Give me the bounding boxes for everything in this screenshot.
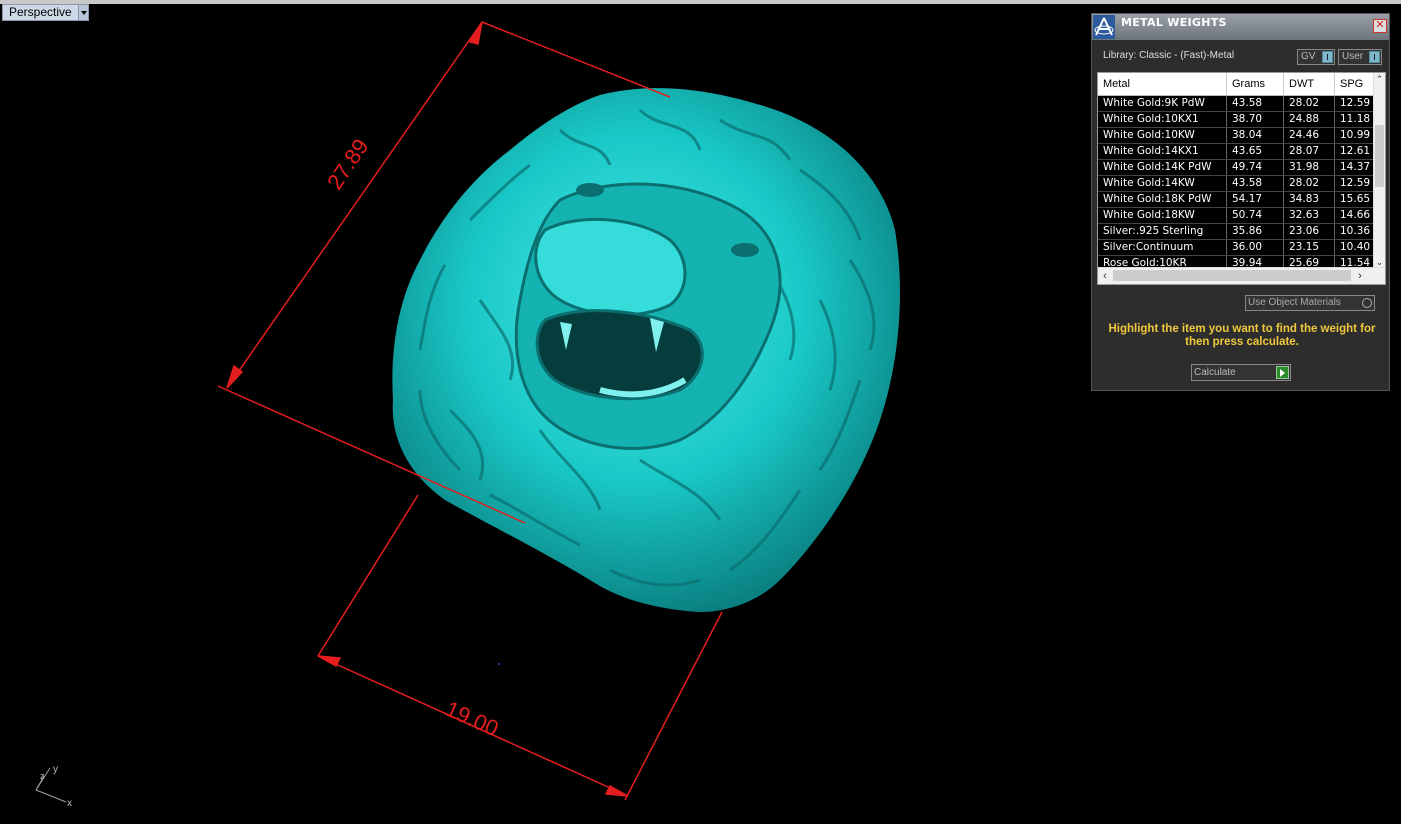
play-arrow-icon[interactable]	[1276, 366, 1289, 379]
instruction-text: Highlight the item you want to find the …	[1108, 323, 1376, 348]
radio-icon[interactable]	[1362, 298, 1372, 308]
lion-eye-left	[576, 183, 604, 197]
vertical-scrollbar[interactable]: ⌃ ⌄	[1373, 73, 1385, 268]
origin-dot	[498, 663, 500, 665]
column-header-grams[interactable]: Grams	[1227, 73, 1284, 95]
table-cell: 43.65	[1227, 144, 1284, 159]
toggle-knob-icon	[1322, 51, 1333, 63]
table-row[interactable]: Silver:.925 Sterling 35.86 23.06 10.36	[1098, 224, 1375, 240]
table-row[interactable]: White Gold:9K PdW 43.58 28.02 12.59	[1098, 96, 1375, 112]
table-cell: 38.70	[1227, 112, 1284, 127]
table-cell: 15.65	[1335, 192, 1375, 207]
table-cell: 38.04	[1227, 128, 1284, 143]
scroll-right-icon[interactable]: ›	[1353, 268, 1367, 284]
table-cell: 14.37	[1335, 160, 1375, 175]
table-cell: 50.74	[1227, 208, 1284, 223]
table-cell: 36.00	[1227, 240, 1284, 255]
viewport-title-label[interactable]: Perspective	[3, 5, 78, 20]
table-cell: 43.58	[1227, 96, 1284, 111]
lion-head-model[interactable]	[392, 88, 900, 613]
table-cell: 12.59	[1335, 96, 1375, 111]
table-row[interactable]: White Gold:18K PdW 54.17 34.83 15.65	[1098, 192, 1375, 208]
table-cell: White Gold:10KX1	[1098, 112, 1227, 127]
use-object-materials-option[interactable]: Use Object Materials	[1245, 295, 1375, 311]
extension-line-left	[317, 494, 419, 657]
table-cell: Silver:.925 Sterling	[1098, 224, 1227, 239]
table-cell: 10.40	[1335, 240, 1375, 255]
table-body: White Gold:9K PdW 43.58 28.02 12.59 White Go…	[1098, 96, 1375, 272]
gv-toggle-label: GV	[1301, 51, 1316, 62]
table-row[interactable]: Silver:Continuum 36.00 23.15 10.40	[1098, 240, 1375, 256]
table-cell: 34.83	[1284, 192, 1335, 207]
column-header-metal[interactable]: Metal	[1098, 73, 1227, 95]
arrow-left	[317, 655, 342, 668]
viewport-title-tab[interactable]: Perspective	[2, 4, 89, 21]
scroll-up-icon[interactable]: ⌃	[1374, 73, 1385, 85]
panel-titlebar[interactable]: METAL WEIGHTS ✕	[1092, 14, 1389, 40]
table-cell: 10.36	[1335, 224, 1375, 239]
axis-y-label: y	[53, 764, 58, 775]
table-cell: White Gold:18KW	[1098, 208, 1227, 223]
table-cell: 11.18	[1335, 112, 1375, 127]
table-cell: 43.58	[1227, 176, 1284, 191]
user-toggle[interactable]: User	[1338, 49, 1382, 65]
viewport-menu-dropdown-icon[interactable]	[77, 5, 88, 20]
gv-toggle[interactable]: GV	[1297, 49, 1335, 65]
table-cell: 10.99	[1335, 128, 1375, 143]
calculate-label: Calculate	[1194, 367, 1236, 378]
table-cell: 23.15	[1284, 240, 1335, 255]
table-row[interactable]: White Gold:14KW 43.58 28.02 12.59	[1098, 176, 1375, 192]
table-cell: 23.06	[1284, 224, 1335, 239]
table-cell: White Gold:14KX1	[1098, 144, 1227, 159]
arrow-top	[468, 21, 483, 45]
table-cell: White Gold:14KW	[1098, 176, 1227, 191]
table-row[interactable]: White Gold:10KX1 38.70 24.88 11.18	[1098, 112, 1375, 128]
use-object-materials-label: Use Object Materials	[1248, 297, 1341, 308]
table-cell: 12.59	[1335, 176, 1375, 191]
table-header: Metal Grams DWT SPG	[1098, 73, 1375, 96]
table-cell: 24.88	[1284, 112, 1335, 127]
table-cell: 54.17	[1227, 192, 1284, 207]
table-cell: White Gold:9K PdW	[1098, 96, 1227, 111]
table-cell: 14.66	[1335, 208, 1375, 223]
scroll-left-icon[interactable]: ‹	[1098, 268, 1112, 284]
table-cell: 35.86	[1227, 224, 1284, 239]
arrow-right	[604, 784, 629, 797]
table-row[interactable]: White Gold:14KX1 43.65 28.07 12.61	[1098, 144, 1375, 160]
column-header-spg[interactable]: SPG	[1335, 73, 1375, 95]
table-cell: 28.07	[1284, 144, 1335, 159]
user-toggle-label: User	[1342, 51, 1364, 62]
metal-weights-panel: METAL WEIGHTS ✕ Library: Classic - (Fast…	[1091, 13, 1390, 391]
table-cell: Silver:Continuum	[1098, 240, 1227, 255]
column-header-dwt[interactable]: DWT	[1284, 73, 1335, 95]
table-cell: 49.74	[1227, 160, 1284, 175]
axis-x-label: x	[67, 798, 72, 809]
horizontal-scrollbar[interactable]: ‹ ›	[1098, 267, 1385, 284]
extension-line-right	[624, 611, 723, 801]
toggle-knob-icon	[1369, 51, 1380, 63]
table-row[interactable]: White Gold:10KW 38.04 24.46 10.99	[1098, 128, 1375, 144]
scroll-thumb[interactable]	[1375, 125, 1384, 187]
table-row[interactable]: White Gold:14K PdW 49.74 31.98 14.37	[1098, 160, 1375, 176]
calculate-button[interactable]: Calculate	[1191, 364, 1291, 381]
table-cell: White Gold:14K PdW	[1098, 160, 1227, 175]
table-cell: 12.61	[1335, 144, 1375, 159]
lion-eye-right	[731, 243, 759, 257]
table-cell: 32.63	[1284, 208, 1335, 223]
close-icon[interactable]: ✕	[1373, 19, 1387, 33]
axis-z-label: z	[40, 771, 45, 781]
table-row[interactable]: White Gold:18KW 50.74 32.63 14.66	[1098, 208, 1375, 224]
matrix-logo-icon	[1093, 15, 1115, 39]
panel-title: METAL WEIGHTS	[1121, 16, 1227, 29]
table-cell: 28.02	[1284, 96, 1335, 111]
metal-table[interactable]: Metal Grams DWT SPG White Gold:9K PdW 43.…	[1097, 72, 1386, 285]
table-cell: White Gold:18K PdW	[1098, 192, 1227, 207]
table-cell: White Gold:10KW	[1098, 128, 1227, 143]
library-label: Library: Classic - (Fast)-Metal	[1103, 50, 1235, 61]
scroll-thumb-horizontal[interactable]	[1113, 270, 1351, 281]
table-cell: 31.98	[1284, 160, 1335, 175]
extension-line-top	[481, 21, 671, 98]
table-cell: 24.46	[1284, 128, 1335, 143]
table-cell: 28.02	[1284, 176, 1335, 191]
